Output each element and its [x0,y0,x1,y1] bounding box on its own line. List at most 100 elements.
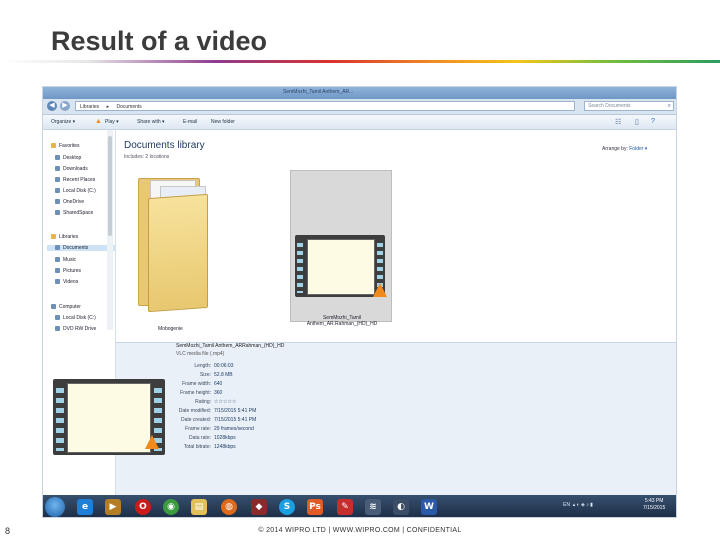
rating-stars-icon[interactable]: ☆☆☆☆☆ [214,399,236,405]
library-locations-link[interactable]: Includes: 2 locations [124,154,169,160]
detail-total-bitrate: Total bitrate: 1248kbps [184,444,236,450]
language-indicator[interactable]: EN [563,502,570,508]
nav-item-sharedspace[interactable]: SharedSpace [55,210,93,216]
nav-favorites[interactable]: Favorites [51,143,80,149]
details-filename: SemMozhi_Tamil Anthem_ARRahman_(HD)_HD [176,343,285,349]
nav-item-pictures[interactable]: Pictures [55,268,81,274]
nav-item-desktop[interactable]: Desktop [55,155,81,161]
address-bar: ◀ ▶ Libraries ▸ Documents Search Documen… [43,99,676,115]
nav-item-onedrive[interactable]: OneDrive [55,199,84,205]
shared-folder-icon [55,210,60,215]
command-bar: Organize ▾ ▲ Play ▾ Share with ▾ E-mail … [43,115,676,130]
nav-libraries[interactable]: Libraries [51,234,78,240]
music-icon [55,257,60,262]
files-icon[interactable]: ▤ [191,499,207,515]
view-options-icon[interactable]: ☷ [615,118,621,126]
nav-item-videos[interactable]: Videos [55,279,78,285]
nav-computer[interactable]: Computer [51,304,81,310]
firefox-icon[interactable]: ◍ [221,499,237,515]
nav-item-dvd[interactable]: DVD RW Drive [55,326,96,332]
ie-icon[interactable]: e [77,499,93,515]
start-button[interactable] [45,497,65,517]
search-input[interactable]: Search Documents ⌕ [584,101,674,111]
arrange-by[interactable]: Arrange by: Folder ▾ [602,146,647,152]
detail-length: Length: 00:06:03 [194,363,233,369]
film-screen [67,383,151,453]
nav-item-recent-places[interactable]: Recent Places [55,177,95,183]
star-icon [51,143,56,148]
film-screen [307,239,375,295]
file-list: Documents library Includes: 2 locations … [116,130,676,342]
breadcrumb[interactable]: Libraries ▸ Documents [75,101,575,111]
nav-item-label: OneDrive [63,199,85,205]
scroll-thumb[interactable] [108,136,112,236]
new-folder-button[interactable]: New folder [211,119,235,125]
system-tray[interactable]: EN ▴ ◐ ◈ ♪ ▮ [563,502,593,508]
arrange-by-dropdown[interactable]: Folder ▾ [629,146,647,152]
window-titlebar[interactable]: SemMozhi_Tamil Anthem_AR... [43,87,676,99]
clock-date: 7/15/2015 [643,505,666,511]
nav-item-label: Desktop [63,155,82,161]
detail-size: Size: 52.8 MB [200,372,233,378]
media-icon[interactable]: ▶ [105,499,121,515]
video-file-selected[interactable] [290,170,392,322]
share-button[interactable]: Share with ▾ [137,119,165,125]
vlc-cone-icon: ▲ [95,118,102,125]
pictures-icon [55,268,60,273]
breadcrumb-libraries[interactable]: Libraries [80,104,99,110]
clock[interactable]: 5:43 PM 7/15/2015 [643,498,665,512]
film-holes [297,239,303,293]
breadcrumb-documents[interactable]: Documents [116,104,141,110]
detail-rating[interactable]: Rating: ☆☆☆☆☆ [195,399,236,405]
detail-value: 7/15/2015 5:41 PM [214,417,257,423]
pdf-icon[interactable]: ✎ [337,499,353,515]
nav-item-label: Pictures [63,268,82,274]
nav-item-computer-disk[interactable]: Local Disk (C:) [55,315,96,321]
search-icon: ⌕ [667,103,671,109]
detail-value: 29 frames/second [214,426,254,432]
folder-front-icon [148,193,208,313]
downloads-icon [55,166,60,171]
nav-item-local-disk[interactable]: Local Disk (C:) [55,188,96,194]
detail-value: 7/15/2015 5:41 PM [214,408,257,414]
paint-icon[interactable]: Ps [307,499,323,515]
play-button[interactable]: Play ▾ [105,119,119,125]
nav-item-label: Documents [63,245,89,251]
taskbar: e ▶ O ◉ ▤ ◍ ◆ S Ps ✎ ≋ ◐ W EN ▴ ◐ ◈ ♪ ▮ … [43,495,676,517]
detail-key: Size: [199,372,211,378]
email-button[interactable]: E-mail [183,119,197,125]
skype-icon[interactable]: S [279,499,295,515]
detail-value: 1248kbps [214,444,236,450]
nav-item-downloads[interactable]: Downloads [55,166,88,172]
chrome-icon[interactable]: ◉ [163,499,179,515]
nav-scrollbar[interactable] [107,130,113,330]
film-holes [56,383,64,451]
cloud-icon [55,199,60,204]
vlc-icon[interactable]: ◐ [393,499,409,515]
documents-icon [55,245,60,250]
audio-icon[interactable]: ≋ [365,499,381,515]
folder-mobogenie[interactable] [134,170,214,313]
word-icon[interactable]: W [421,499,437,515]
nav-item-label: Local Disk (C:) [63,315,96,321]
app-icon[interactable]: ◆ [251,499,267,515]
film-strip-icon [295,235,387,297]
preview-pane-icon[interactable]: ▯ [635,118,639,126]
help-icon[interactable]: ? [651,118,655,125]
nav-item-label: Music [63,257,77,263]
library-title: Documents library [124,140,205,151]
nav-item-music[interactable]: Music [55,257,76,263]
back-arrow-icon[interactable]: ◀ [47,101,57,111]
library-icon [51,234,56,239]
folder-label: Mobogenie [158,326,183,332]
video-file-label: SemMozhi_Tamil Anthem_AR.Rahman_(HD)_HD [306,315,378,327]
forward-arrow-icon[interactable]: ▶ [60,101,70,111]
detail-value: 1028kbps [214,435,236,441]
nav-item-label: DVD RW Drive [63,326,97,332]
nav-item-label: Recent Places [63,177,96,183]
opera-icon[interactable]: O [135,499,151,515]
vlc-cone-icon [373,283,387,297]
chevron-right-icon: ▸ [106,104,110,110]
organize-button[interactable]: Organize ▾ [51,119,75,125]
search-placeholder: Search Documents [588,103,631,109]
